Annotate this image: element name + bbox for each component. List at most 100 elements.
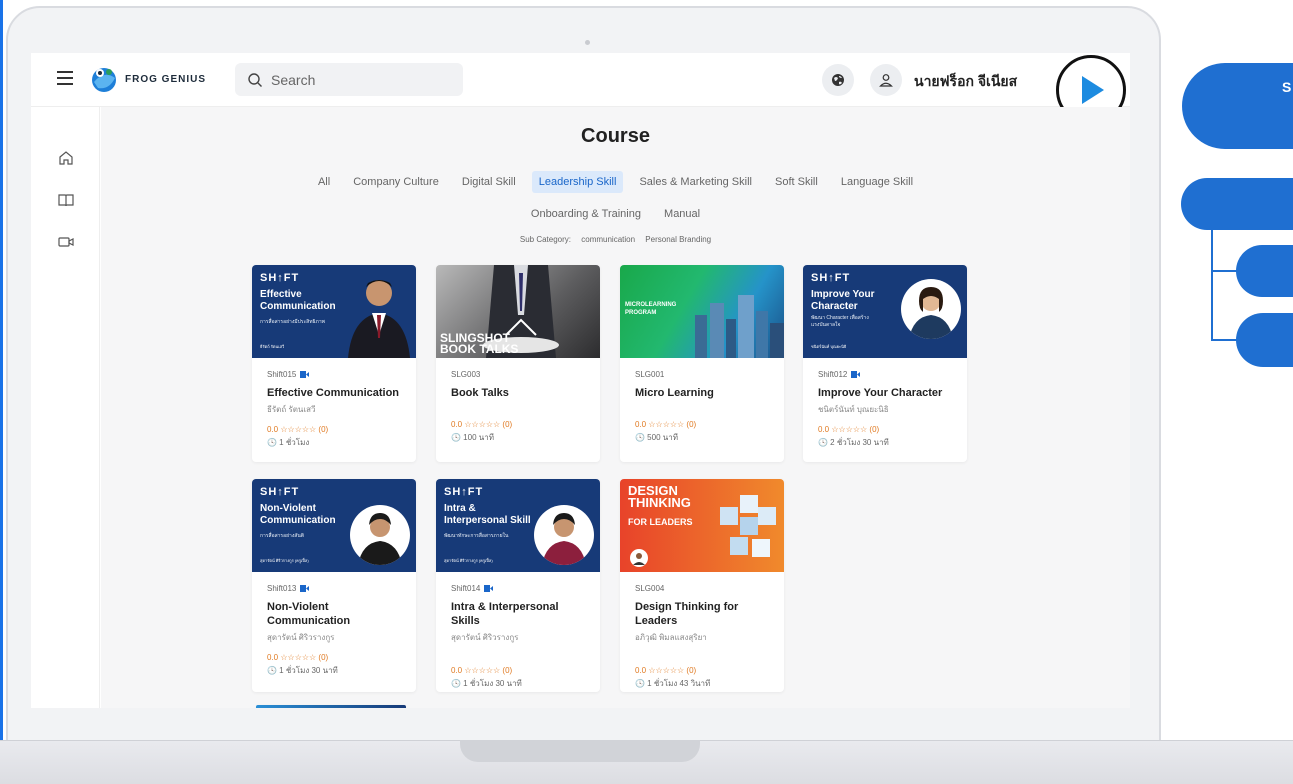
course-code: SLG003 bbox=[451, 370, 481, 379]
thumb-person: ธีรัตถ์ รัตนเสวี bbox=[260, 344, 285, 349]
course-title: Intra & Interpersonal Skills bbox=[451, 601, 559, 627]
tab-sales-marketing-skill[interactable]: Sales & Marketing Skill bbox=[632, 171, 759, 193]
search-box[interactable] bbox=[235, 63, 463, 96]
course-rating: 0.0 ☆☆☆☆☆ (0) bbox=[451, 420, 513, 429]
thumb-subtitle: การสื่อสารอย่างมีประสิทธิภาพ bbox=[260, 319, 325, 325]
tree-connector bbox=[1211, 230, 1213, 340]
course-code: Shift013 bbox=[267, 584, 297, 593]
left-edge-bar bbox=[0, 0, 3, 784]
course-code-row: Shift014 bbox=[451, 583, 585, 594]
thumb-person: สุดารัตน์ ศิริวรางกูร (ครูเปิ้ล) bbox=[260, 558, 309, 563]
shift-logo: SH↑FT bbox=[811, 272, 851, 284]
card-body: Shift013 Non-Violent Communication สุดาร… bbox=[252, 572, 416, 677]
thumb-title: Effective Communication bbox=[260, 289, 336, 312]
overlay-pill-label: S bbox=[1282, 79, 1292, 95]
laptop-notch bbox=[460, 740, 700, 762]
subcategory-communication[interactable]: communication bbox=[581, 235, 635, 244]
course-duration: 🕓 2 ชั่วโมง 30 นาที bbox=[818, 438, 889, 447]
search-input[interactable] bbox=[271, 71, 451, 88]
stage: FROG GENIUS นายฟ bbox=[0, 0, 1293, 784]
overlay-step-pill[interactable]: S bbox=[1182, 63, 1293, 149]
tab-leadership-skill[interactable]: Leadership Skill bbox=[531, 171, 624, 193]
card-body: Shift012 Improve Your Character ชนิตร์นั… bbox=[803, 358, 967, 449]
course-rating: 0.0 ☆☆☆☆☆ (0) bbox=[451, 666, 513, 675]
shift-logo: SH↑FT bbox=[444, 486, 484, 498]
course-card[interactable]: MICROLEARNING PROGRAM SLG001 Micro Learni… bbox=[620, 265, 784, 462]
category-tabs: All Company Culture Digital Skill Leader… bbox=[101, 171, 1130, 193]
course-author: อภิวุฒิ พิมลแสงสุริยา bbox=[635, 633, 707, 642]
cubes-graphic bbox=[720, 495, 776, 557]
user-avatar-button[interactable] bbox=[870, 64, 902, 96]
course-card[interactable]: SH↑FT Non-Violent Communication การสื่อสา… bbox=[252, 479, 416, 692]
course-rating: 0.0 ☆☆☆☆☆ (0) bbox=[267, 653, 329, 662]
frog-genius-logo[interactable]: FROG GENIUS bbox=[89, 63, 206, 95]
presenter-portrait bbox=[350, 505, 410, 565]
course-code-row: Shift012 bbox=[818, 369, 952, 380]
course-thumbnail: SLINGSHOT BOOK TALKS bbox=[436, 265, 600, 358]
overlay-tree-child[interactable] bbox=[1236, 313, 1293, 367]
play-icon bbox=[1082, 76, 1104, 104]
course-code-row: SLG004 bbox=[635, 583, 769, 594]
tab-language-skill[interactable]: Language Skill bbox=[834, 171, 920, 193]
design-thinking-title: DESIGN THINKING bbox=[628, 483, 691, 510]
language-button[interactable] bbox=[822, 64, 854, 96]
tab-all[interactable]: All bbox=[311, 171, 337, 193]
webcam-dot bbox=[585, 40, 590, 45]
subcategory-label: Sub Category: bbox=[519, 235, 572, 244]
tab-manual[interactable]: Manual bbox=[657, 203, 707, 225]
globe-icon bbox=[832, 74, 844, 86]
brand-name: FROG GENIUS bbox=[125, 73, 207, 85]
overlay-tree-root[interactable] bbox=[1181, 178, 1293, 230]
thumb-title: Intra & Interpersonal Skill bbox=[444, 503, 531, 526]
course-thumbnail: MICROLEARNING PROGRAM bbox=[620, 265, 784, 358]
book-icon[interactable] bbox=[57, 191, 75, 209]
book-talks-title: SLINGSHOT BOOK TALKS bbox=[440, 331, 519, 356]
top-header: FROG GENIUS นายฟ bbox=[31, 53, 1130, 125]
video-camera-icon bbox=[484, 585, 494, 592]
tab-company-culture[interactable]: Company Culture bbox=[346, 171, 446, 193]
tree-connector bbox=[1211, 270, 1237, 272]
thumb-person: สุดารัตน์ ศิริวรางกูร (ครูเปิ้ล) bbox=[444, 558, 493, 563]
course-card[interactable]: SLINGSHOT BOOK TALKS SLG003 Book Talks 0.… bbox=[436, 265, 600, 462]
category-tabs-row2: Onboarding & Training Manual bbox=[101, 203, 1130, 225]
app-screen: FROG GENIUS นายฟ bbox=[31, 53, 1130, 708]
menu-icon[interactable] bbox=[57, 71, 73, 85]
course-code-row: Shift013 bbox=[267, 583, 401, 594]
home-icon[interactable] bbox=[57, 149, 75, 167]
tab-soft-skill[interactable]: Soft Skill bbox=[768, 171, 825, 193]
subcategory-personal-branding[interactable]: Personal Branding bbox=[645, 235, 711, 244]
course-code-row: SLG001 bbox=[635, 369, 769, 380]
course-card[interactable]: DESIGN THINKING FOR LEADERS SLG004 Desig… bbox=[620, 479, 784, 692]
instructor-avatar bbox=[630, 549, 648, 567]
course-code: SLG001 bbox=[635, 370, 665, 379]
course-duration: 🕓 1 ชั่วโมง 43 วินาที bbox=[635, 679, 711, 688]
course-card[interactable]: SH↑FT Improve Your Character พัฒนา Charac… bbox=[803, 265, 967, 462]
video-icon[interactable] bbox=[57, 233, 75, 251]
course-code: Shift014 bbox=[451, 584, 481, 593]
course-rating: 0.0 ☆☆☆☆☆ (0) bbox=[818, 425, 880, 434]
overlay-tree-child[interactable] bbox=[1236, 245, 1293, 297]
user-icon bbox=[879, 74, 893, 87]
video-camera-icon bbox=[300, 585, 310, 592]
course-thumbnail: SH↑FT Non-Violent Communication การสื่อสา… bbox=[252, 479, 416, 572]
course-title: Micro Learning bbox=[635, 387, 714, 399]
for-leaders-label: FOR LEADERS bbox=[628, 517, 693, 527]
course-card[interactable]: SH↑FT Intra & Interpersonal Skill พัฒนาทั… bbox=[436, 479, 600, 692]
page-title: Course bbox=[581, 125, 650, 147]
subcategory-filter: Sub Category: communication Personal Bra… bbox=[101, 235, 1130, 244]
user-name[interactable]: นายฟร็อก จีเนียส bbox=[914, 71, 1017, 93]
course-card-partial[interactable] bbox=[256, 705, 406, 708]
card-body: SLG001 Micro Learning 0.0 ☆☆☆☆☆ (0) 🕓 50… bbox=[620, 358, 784, 444]
tab-onboarding-training[interactable]: Onboarding & Training bbox=[524, 203, 648, 225]
card-body: Shift015 Effective Communication ธีรัตถ์… bbox=[252, 358, 416, 449]
course-title: Book Talks bbox=[451, 387, 509, 399]
video-camera-icon bbox=[300, 371, 310, 378]
course-duration: 🕓 1 ชั่วโมง 30 นาที bbox=[267, 666, 338, 675]
thumb-subtitle: พัฒนา Character เพื่อสร้างแรงบันดาลใจ bbox=[811, 315, 869, 328]
course-thumbnail: SH↑FT Effective Communication การสื่อสารอ… bbox=[252, 265, 416, 358]
course-code: Shift015 bbox=[267, 370, 297, 379]
microlearning-title: MICROLEARNING PROGRAM bbox=[625, 302, 677, 316]
tab-digital-skill[interactable]: Digital Skill bbox=[455, 171, 523, 193]
course-author: ชนิตร์นันท์ บุณยะนิธิ bbox=[818, 405, 889, 414]
course-card[interactable]: SH↑FT Effective Communication การสื่อสารอ… bbox=[252, 265, 416, 462]
